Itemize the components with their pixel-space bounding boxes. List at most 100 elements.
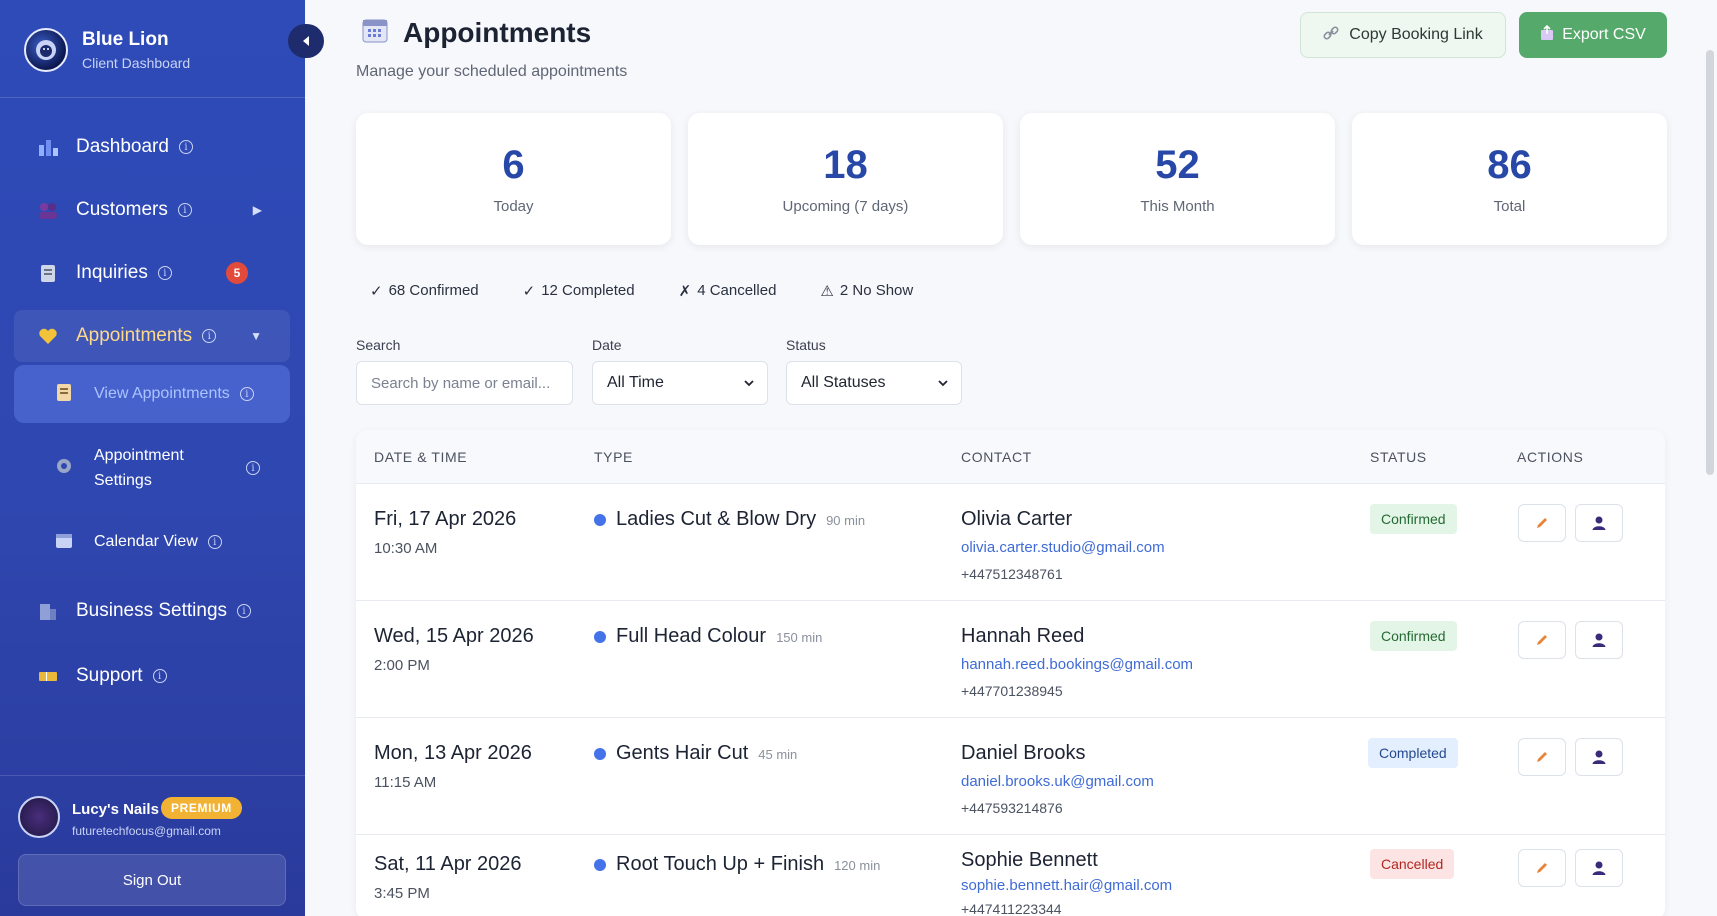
- table-header: DATE & TIME TYPE CONTACT STATUS ACTIONS: [356, 430, 1665, 484]
- avatar[interactable]: [18, 796, 60, 838]
- table-row[interactable]: Sat, 11 Apr 2026 3:45 PM Root Touch Up +…: [356, 835, 1665, 916]
- summary-no-show: ⚠ 2 No Show: [820, 282, 913, 300]
- info-icon[interactable]: i: [237, 604, 252, 618]
- view-customer-button[interactable]: [1575, 504, 1623, 542]
- sidebar-subitem-appointment-settings[interactable]: Appointment Settings i: [14, 438, 290, 498]
- sidebar-subitem-calendar-view[interactable]: Calendar View i: [14, 518, 290, 566]
- view-customer-button[interactable]: [1575, 738, 1623, 776]
- check-icon: ✓: [522, 283, 536, 300]
- sign-out-button[interactable]: Sign Out: [18, 854, 286, 906]
- sidebar-item-label: Customers: [76, 199, 168, 220]
- contact-email-link[interactable]: olivia.carter.studio@gmail.com: [961, 539, 1165, 556]
- page-scrollbar[interactable]: [1706, 50, 1714, 475]
- chart-icon: [36, 135, 60, 159]
- table-row[interactable]: Fri, 17 Apr 2026 10:30 AM Ladies Cut & B…: [356, 484, 1665, 601]
- date-label: Date: [592, 337, 622, 353]
- appointment-type: Full Head Colour 150 min: [594, 625, 822, 648]
- sidebar-item-support[interactable]: Support i: [14, 651, 290, 701]
- edit-button[interactable]: [1518, 849, 1566, 887]
- status-badge: Confirmed: [1370, 621, 1457, 651]
- profile-name: Lucy's Nails: [72, 801, 159, 818]
- appointment-time: 3:45 PM: [374, 885, 430, 902]
- contact-email-link[interactable]: hannah.reed.bookings@gmail.com: [961, 656, 1193, 673]
- edit-button[interactable]: [1518, 738, 1566, 776]
- edit-button[interactable]: [1518, 504, 1566, 542]
- appointment-date: Mon, 13 Apr 2026: [374, 742, 532, 764]
- view-customer-button[interactable]: [1575, 849, 1623, 887]
- status-summary: ✓ 68 Confirmed ✓ 12 Completed ✗ 4 Cancelled…: [370, 282, 957, 300]
- appointments-table: DATE & TIME TYPE CONTACT STATUS ACTIONS …: [356, 430, 1665, 916]
- stat-card-upcoming: 18 Upcoming (7 days): [688, 113, 1003, 245]
- collapse-sidebar-button[interactable]: [288, 24, 324, 58]
- sidebar-item-dashboard[interactable]: Dashboard i: [14, 122, 290, 172]
- copy-booking-link-label: Copy Booking Link: [1349, 26, 1483, 43]
- contact-name: Daniel Brooks: [961, 742, 1086, 764]
- status-select[interactable]: All Statuses: [786, 361, 962, 405]
- date-select-value: All Time: [607, 374, 664, 391]
- status-select-value: All Statuses: [801, 374, 886, 391]
- chevron-down-icon: [938, 380, 948, 387]
- contact-email-link[interactable]: sophie.bennett.hair@gmail.com: [961, 877, 1172, 894]
- export-csv-button[interactable]: Export CSV: [1519, 12, 1667, 58]
- chevron-down-icon: [744, 380, 754, 387]
- summary-text: 4 Cancelled: [697, 282, 777, 299]
- inquiries-count-badge: 5: [226, 262, 248, 284]
- user-icon: [1592, 633, 1606, 647]
- sidebar-item-business-settings[interactable]: Business Settings i: [14, 586, 290, 636]
- stat-card-today: 6 Today: [356, 113, 671, 245]
- column-header: ACTIONS: [1517, 449, 1584, 465]
- caret-left-icon: [303, 36, 309, 46]
- brand-title: Blue Lion: [82, 29, 169, 50]
- sidebar-item-appointments[interactable]: Appointments i ▼: [14, 310, 290, 362]
- info-icon[interactable]: i: [178, 140, 193, 154]
- appointment-type: Gents Hair Cut 45 min: [594, 742, 797, 765]
- appointment-date: Sat, 11 Apr 2026: [374, 853, 522, 875]
- search-input[interactable]: Search by name or email...: [356, 361, 573, 405]
- warning-icon: ⚠: [820, 283, 834, 300]
- sidebar-item-label: Business Settings: [76, 600, 228, 621]
- info-icon[interactable]: i: [177, 203, 192, 217]
- appointment-date: Fri, 17 Apr 2026: [374, 508, 517, 530]
- info-icon[interactable]: i: [239, 387, 254, 401]
- column-header[interactable]: TYPE: [594, 449, 633, 465]
- search-label: Search: [356, 337, 401, 353]
- stat-value: 86: [1487, 143, 1532, 187]
- table-row[interactable]: Mon, 13 Apr 2026 11:15 AM Gents Hair Cut…: [356, 718, 1665, 835]
- info-icon[interactable]: i: [246, 461, 260, 475]
- sidebar-item-label: Dashboard: [76, 136, 169, 157]
- duration: 120 min: [834, 858, 881, 873]
- export-csv-label: Export CSV: [1562, 26, 1646, 43]
- contact-name: Hannah Reed: [961, 625, 1085, 647]
- page-title: Appointments: [403, 16, 592, 48]
- info-icon[interactable]: i: [202, 329, 217, 343]
- type-dot-icon: [594, 513, 606, 526]
- table-row[interactable]: Wed, 15 Apr 2026 2:00 PM Full Head Colou…: [356, 601, 1665, 718]
- sidebar-item-customers[interactable]: Customers i ▶: [14, 185, 290, 235]
- column-header[interactable]: CONTACT: [961, 449, 1032, 465]
- status-badge: Completed: [1368, 738, 1458, 768]
- status-label: Status: [786, 337, 826, 353]
- edit-button[interactable]: [1518, 621, 1566, 659]
- copy-booking-link-button[interactable]: Copy Booking Link: [1300, 12, 1506, 58]
- view-customer-button[interactable]: [1575, 621, 1623, 659]
- sidebar-item-inquiries[interactable]: Inquiries i 5: [14, 248, 290, 298]
- column-header[interactable]: STATUS: [1370, 449, 1427, 465]
- date-select[interactable]: All Time: [592, 361, 768, 405]
- stat-label: Today: [493, 198, 534, 215]
- sidebar-item-label: Inquiries: [76, 262, 148, 283]
- stat-value: 6: [502, 143, 525, 187]
- column-header[interactable]: DATE & TIME: [374, 449, 467, 465]
- contact-email-link[interactable]: daniel.brooks.uk@gmail.com: [961, 773, 1154, 790]
- summary-text: 68 Confirmed: [388, 282, 479, 299]
- info-icon[interactable]: i: [157, 266, 172, 280]
- premium-badge: PREMIUM: [161, 797, 242, 819]
- info-icon[interactable]: i: [207, 535, 222, 549]
- sidebar-subitem-view-appointments[interactable]: View Appointments i: [14, 365, 290, 423]
- brand[interactable]: Blue Lion Client Dashboard: [24, 26, 190, 74]
- clipboard-icon: [36, 261, 60, 285]
- sidebar-subitem-label: Calendar View: [94, 533, 198, 550]
- sidebar-subitem-label: View Appointments: [94, 385, 230, 402]
- clipboard-icon: [54, 382, 76, 407]
- info-icon[interactable]: i: [152, 669, 167, 683]
- contact-phone: +447593214876: [961, 800, 1063, 816]
